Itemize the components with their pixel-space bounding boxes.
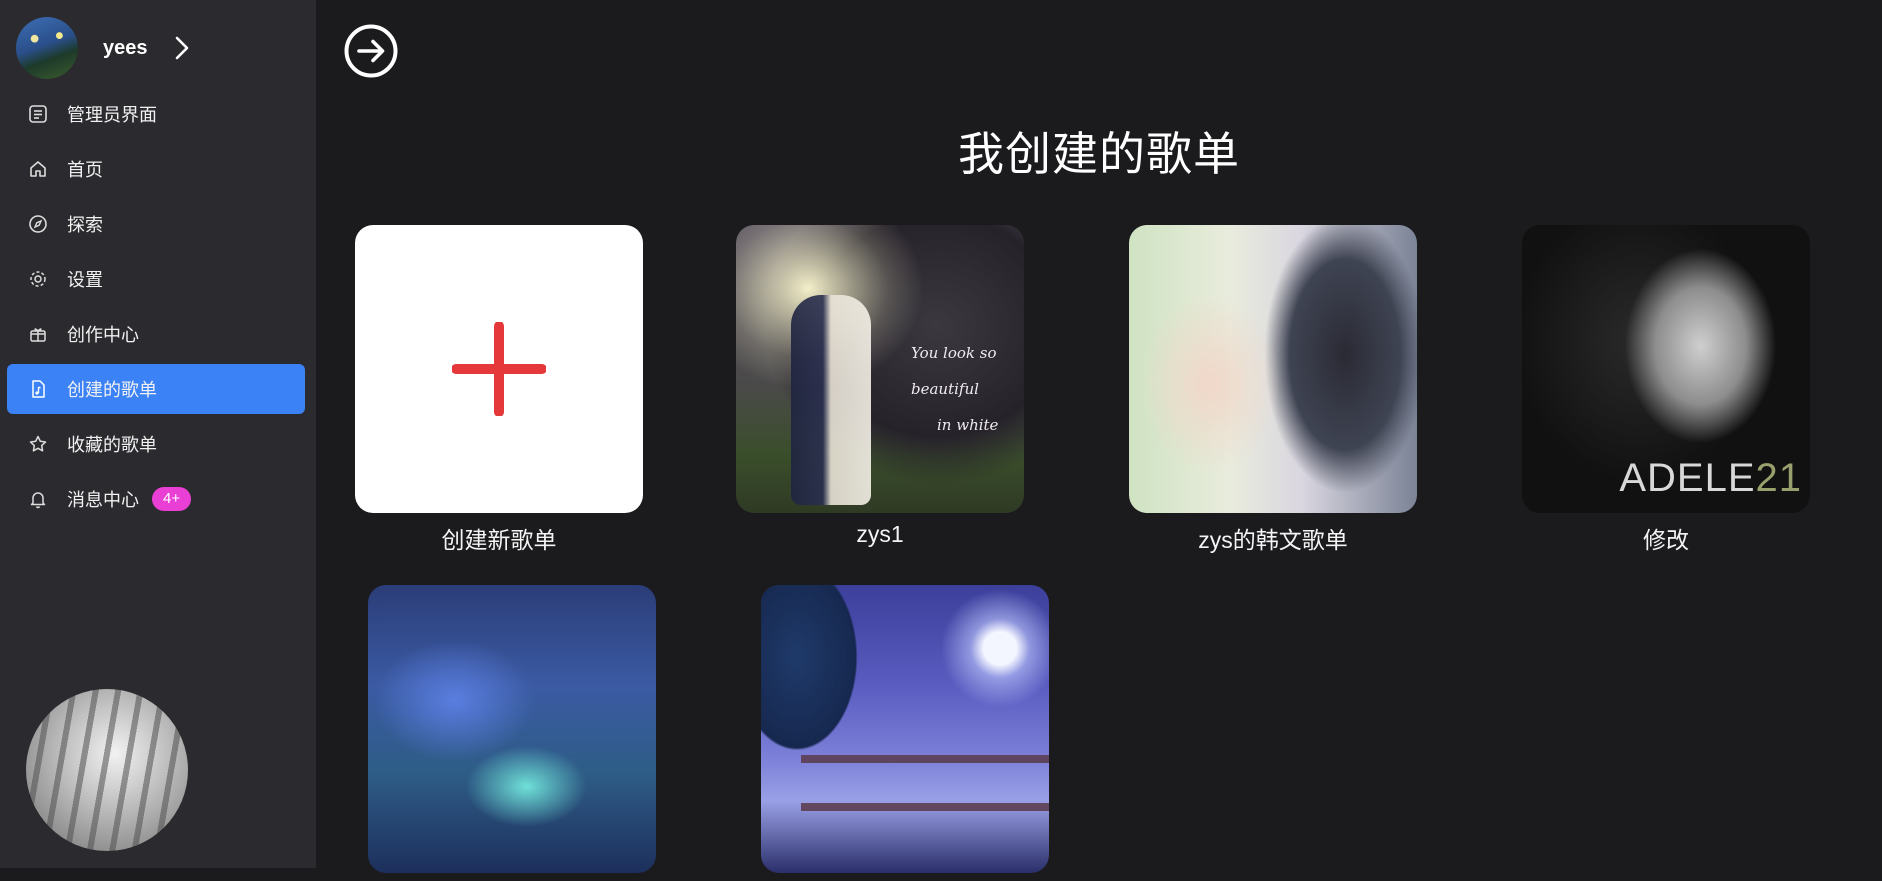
- sidebar-item-label: 探索: [67, 215, 103, 235]
- music-file-icon: [27, 378, 49, 400]
- playlist-cover[interactable]: [368, 585, 656, 873]
- playlist-title: 修改: [1643, 527, 1689, 553]
- sidebar-item-label: 创作中心: [67, 325, 139, 345]
- playlist-cover[interactable]: [1129, 225, 1417, 513]
- avatar[interactable]: [16, 17, 78, 79]
- playlist-card[interactable]: zys的韩文歌单: [1129, 225, 1417, 555]
- cover-text: You look so beautiful in white: [911, 344, 999, 434]
- playlist-title: 创建新歌单: [441, 527, 557, 553]
- sidebar-nav: 管理员界面 首页 探索 设置 创作中心 创建的歌单 收藏的歌单 消息中心 4+: [7, 89, 305, 529]
- sidebar-item-label: 消息中心: [67, 490, 139, 510]
- username: yees: [103, 36, 148, 59]
- sidebar: yees 管理员界面 首页 探索 设置 创作中心 创建的歌单 收藏的歌单 消息中…: [0, 0, 316, 868]
- sidebar-item-explore[interactable]: 探索: [7, 199, 305, 249]
- playlist-title: zys的韩文歌单: [1198, 527, 1348, 553]
- playlist-card[interactable]: [368, 585, 656, 881]
- cover-text: ADELE21: [1619, 456, 1802, 500]
- home-icon: [27, 158, 49, 180]
- cover-figure: [791, 295, 871, 505]
- sidebar-item-home[interactable]: 首页: [7, 144, 305, 194]
- playlist-cover[interactable]: You look so beautiful in white: [736, 225, 1024, 513]
- plus-icon: [452, 322, 546, 416]
- sidebar-item-label: 设置: [67, 270, 103, 290]
- playlist-card[interactable]: You look so beautiful in white zys1: [736, 225, 1024, 548]
- sidebar-item-label: 收藏的歌单: [67, 435, 157, 455]
- bell-icon: [27, 488, 49, 510]
- star-icon: [27, 433, 49, 455]
- playlist-card-new[interactable]: 创建新歌单: [355, 225, 643, 555]
- gift-icon: [27, 323, 49, 345]
- page-title: 我创建的歌单: [958, 128, 1240, 180]
- compass-icon: [27, 213, 49, 235]
- sidebar-item-created-playlists[interactable]: 创建的歌单: [7, 364, 305, 414]
- admin-list-icon: [27, 103, 49, 125]
- create-playlist-button[interactable]: [355, 225, 643, 513]
- cover-tree: [761, 585, 881, 873]
- sidebar-item-admin[interactable]: 管理员界面: [7, 89, 305, 139]
- notification-badge: 4+: [152, 487, 192, 511]
- playlist-cover[interactable]: [761, 585, 1049, 873]
- now-playing-disc[interactable]: [26, 689, 188, 851]
- sidebar-item-label: 管理员界面: [67, 105, 157, 125]
- playlist-card[interactable]: [761, 585, 1049, 881]
- playlist-card[interactable]: ADELE21 修改: [1522, 225, 1810, 555]
- sidebar-item-label: 创建的歌单: [67, 380, 157, 400]
- sidebar-item-creator-center[interactable]: 创作中心: [7, 309, 305, 359]
- chevron-right-icon[interactable]: [174, 35, 190, 61]
- arrow-right-circle-icon[interactable]: [344, 24, 398, 78]
- sidebar-item-messages[interactable]: 消息中心 4+: [7, 474, 305, 524]
- sidebar-item-settings[interactable]: 设置: [7, 254, 305, 304]
- cover-fence: [801, 755, 1049, 811]
- playlist-title: zys1: [856, 521, 904, 547]
- sidebar-item-label: 首页: [67, 160, 103, 180]
- sidebar-item-favorite-playlists[interactable]: 收藏的歌单: [7, 419, 305, 469]
- gear-icon: [27, 268, 49, 290]
- user-profile[interactable]: yees: [16, 17, 306, 79]
- playlist-cover[interactable]: ADELE21: [1522, 225, 1810, 513]
